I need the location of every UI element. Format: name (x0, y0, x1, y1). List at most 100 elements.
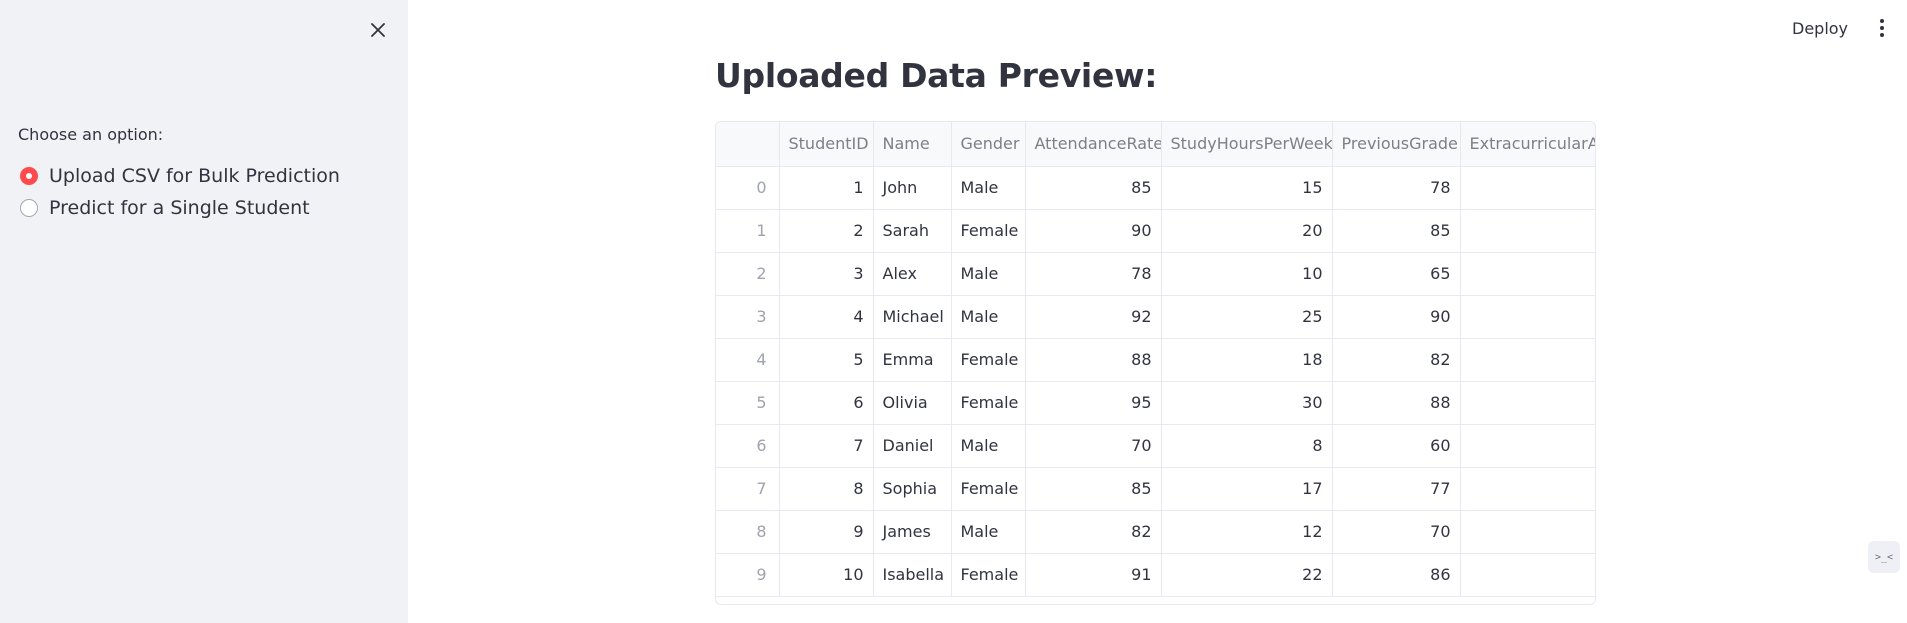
table-cell[interactable]: Daniel (873, 424, 952, 468)
table-cell[interactable]: 88 (1332, 381, 1461, 425)
table-cell[interactable]: 78 (1025, 252, 1162, 296)
table-cell[interactable]: 7 (779, 424, 874, 468)
table-cell[interactable]: 85 (1332, 209, 1461, 253)
table-cell[interactable] (1460, 252, 1595, 296)
table-cell[interactable]: Olivia (873, 381, 952, 425)
table-cell[interactable] (1460, 381, 1595, 425)
radio-option-bulk[interactable]: Upload CSV for Bulk Prediction (20, 160, 340, 192)
dataframe: StudentID Name Gender AttendanceRate Stu… (716, 122, 1595, 597)
table-cell[interactable] (1460, 295, 1595, 339)
table-cell[interactable]: Female (951, 381, 1026, 425)
table-cell[interactable]: Female (951, 209, 1026, 253)
table-cell[interactable]: 8 (779, 467, 874, 511)
column-header[interactable]: PreviousGrade (1332, 122, 1461, 167)
table-cell[interactable]: 8 (1161, 424, 1333, 468)
table-cell[interactable] (1460, 209, 1595, 253)
table-cell[interactable]: 25 (1161, 295, 1333, 339)
table-cell[interactable]: 10 (1161, 252, 1333, 296)
menu-dot (1880, 26, 1884, 30)
column-header[interactable]: AttendanceRate (1025, 122, 1162, 167)
table-cell[interactable]: 92 (1025, 295, 1162, 339)
table-cell[interactable]: 85 (1025, 467, 1162, 511)
table-row: 8 9 James Male 82 12 70 (716, 510, 1595, 554)
data-preview-table[interactable]: StudentID Name Gender AttendanceRate Stu… (715, 121, 1596, 605)
table-cell[interactable]: 10 (779, 553, 874, 597)
table-cell[interactable]: Isabella (873, 553, 952, 597)
column-header[interactable]: Name (873, 122, 952, 167)
table-cell[interactable]: Female (951, 553, 1026, 597)
table-row: 0 1 John Male 85 15 78 (716, 166, 1595, 210)
table-cell[interactable]: John (873, 166, 952, 210)
table-cell[interactable]: 30 (1161, 381, 1333, 425)
table-cell[interactable]: 1 (779, 166, 874, 210)
table-cell[interactable] (1460, 338, 1595, 382)
table-cell[interactable]: Male (951, 166, 1026, 210)
table-cell[interactable]: 70 (1332, 510, 1461, 554)
table-cell[interactable]: 86 (1332, 553, 1461, 597)
row-index-cell: 6 (716, 424, 780, 468)
table-cell[interactable]: 18 (1161, 338, 1333, 382)
table-cell[interactable]: Emma (873, 338, 952, 382)
column-header[interactable]: Gender (951, 122, 1026, 167)
table-row: 6 7 Daniel Male 70 8 60 (716, 424, 1595, 468)
table-cell[interactable]: 4 (779, 295, 874, 339)
table-cell[interactable]: 82 (1025, 510, 1162, 554)
radio-button-checked[interactable] (20, 167, 38, 185)
sidebar: Choose an option: Upload CSV for Bulk Pr… (0, 0, 408, 623)
table-cell[interactable]: 60 (1332, 424, 1461, 468)
table-cell[interactable]: Female (951, 338, 1026, 382)
table-cell[interactable]: 5 (779, 338, 874, 382)
table-cell[interactable]: 70 (1025, 424, 1162, 468)
table-cell[interactable]: 22 (1161, 553, 1333, 597)
table-cell[interactable]: Female (951, 467, 1026, 511)
table-cell[interactable]: 20 (1161, 209, 1333, 253)
table-cell[interactable]: 88 (1025, 338, 1162, 382)
table-cell[interactable]: 2 (779, 209, 874, 253)
table-cell[interactable]: Sarah (873, 209, 952, 253)
table-cell[interactable] (1460, 424, 1595, 468)
table-cell[interactable] (1460, 510, 1595, 554)
table-cell[interactable]: 6 (779, 381, 874, 425)
status-widget[interactable]: >_< (1868, 541, 1900, 573)
table-cell[interactable] (1460, 467, 1595, 511)
table-cell[interactable]: Male (951, 252, 1026, 296)
row-index-cell: 1 (716, 209, 780, 253)
table-cell[interactable]: Michael (873, 295, 952, 339)
table-cell[interactable]: 17 (1161, 467, 1333, 511)
app-root: Choose an option: Upload CSV for Bulk Pr… (0, 0, 1907, 623)
column-header[interactable]: ExtracurricularAc (1460, 122, 1595, 167)
table-cell[interactable]: 85 (1025, 166, 1162, 210)
table-cell[interactable]: 77 (1332, 467, 1461, 511)
table-cell[interactable]: Male (951, 424, 1026, 468)
table-cell[interactable]: 90 (1332, 295, 1461, 339)
table-cell[interactable]: 91 (1025, 553, 1162, 597)
close-icon (371, 23, 385, 37)
table-cell[interactable]: 65 (1332, 252, 1461, 296)
table-cell[interactable]: Sophia (873, 467, 952, 511)
column-header[interactable]: StudentID (779, 122, 874, 167)
radio-option-single[interactable]: Predict for a Single Student (20, 192, 340, 224)
row-index-cell: 9 (716, 553, 780, 597)
close-sidebar-button[interactable] (364, 16, 392, 44)
table-cell[interactable]: 82 (1332, 338, 1461, 382)
main-menu-button[interactable] (1870, 14, 1894, 42)
table-cell[interactable]: 12 (1161, 510, 1333, 554)
deploy-button[interactable]: Deploy (1782, 13, 1858, 44)
table-cell[interactable]: 15 (1161, 166, 1333, 210)
table-cell[interactable]: 9 (779, 510, 874, 554)
table-cell[interactable] (1460, 166, 1595, 210)
column-header[interactable]: StudyHoursPerWeek (1161, 122, 1333, 167)
table-cell[interactable]: 78 (1332, 166, 1461, 210)
index-column-header (716, 122, 780, 167)
table-cell[interactable] (1460, 553, 1595, 597)
table-cell[interactable]: James (873, 510, 952, 554)
prediction-mode-radio-group: Upload CSV for Bulk Prediction Predict f… (20, 160, 340, 224)
table-cell[interactable]: 90 (1025, 209, 1162, 253)
row-index-cell: 0 (716, 166, 780, 210)
table-cell[interactable]: Male (951, 510, 1026, 554)
table-cell[interactable]: 95 (1025, 381, 1162, 425)
table-cell[interactable]: Alex (873, 252, 952, 296)
table-cell[interactable]: 3 (779, 252, 874, 296)
radio-button-unchecked[interactable] (20, 199, 38, 217)
table-cell[interactable]: Male (951, 295, 1026, 339)
